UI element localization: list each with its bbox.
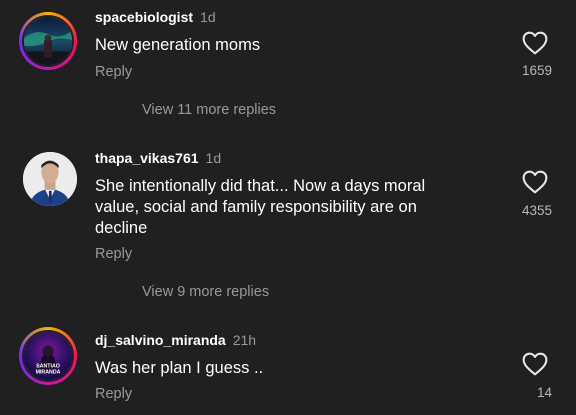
comment-text: New generation moms (95, 36, 261, 54)
comment-text: She intentionally did that... Now a days… (95, 177, 426, 237)
comment-age: 21h (232, 332, 257, 348)
username[interactable]: dj_salvino_miranda (95, 332, 226, 348)
heart-outline-icon[interactable] (522, 170, 548, 194)
username[interactable]: thapa_vikas761 (95, 150, 199, 166)
comment-header: thapa_vikas761 1d (95, 150, 221, 166)
heart-outline-icon[interactable] (522, 352, 548, 376)
comment-age: 1d (205, 150, 222, 166)
avatar[interactable] (23, 152, 77, 206)
dj-logo-icon: SANTIAO MIRANDA (24, 332, 72, 380)
svg-text:MIRANDA: MIRANDA (36, 369, 61, 375)
like-count: 1659 (521, 63, 552, 78)
heart-outline-icon[interactable] (522, 31, 548, 55)
reply-button[interactable]: Reply (95, 386, 132, 402)
comment-header: spacebiologist 1d (95, 9, 216, 25)
view-more-replies[interactable]: View 9 more replies (142, 284, 269, 300)
view-more-replies[interactable]: View 11 more replies (142, 102, 276, 118)
reply-button[interactable]: Reply (95, 246, 132, 262)
person-photo-icon (23, 152, 77, 206)
comment-text: Was her plan I guess .. (95, 359, 264, 377)
like-count: 4355 (521, 203, 552, 218)
aurora-photo-icon (24, 17, 72, 65)
avatar[interactable] (19, 12, 77, 70)
like-count: 14 (536, 385, 552, 400)
comment-header: dj_salvino_miranda 21h (95, 332, 256, 348)
avatar[interactable]: SANTIAO MIRANDA (19, 327, 77, 385)
reply-button[interactable]: Reply (95, 64, 132, 80)
comment-age: 1d (200, 9, 216, 25)
username[interactable]: spacebiologist (95, 9, 193, 25)
